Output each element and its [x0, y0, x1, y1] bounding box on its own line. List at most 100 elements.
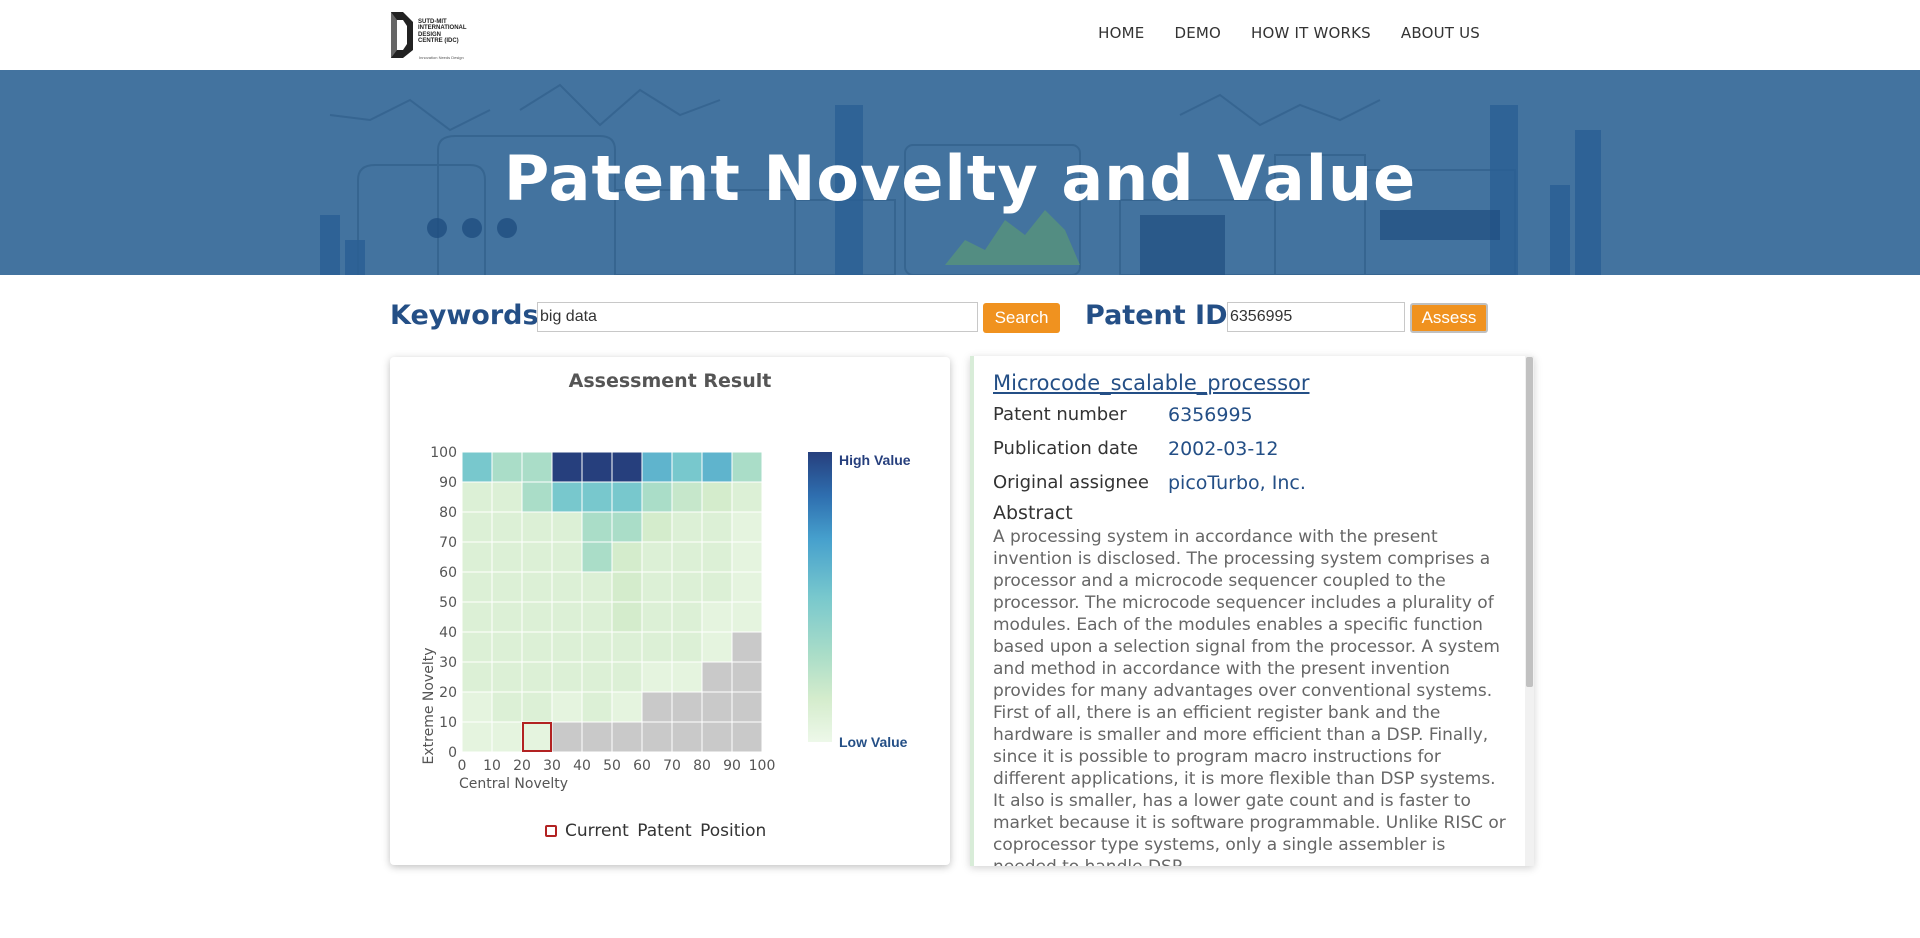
heatmap-cell: [491, 541, 523, 573]
heatmap-cell: [701, 601, 733, 633]
current-position-legend: Current Patent Position: [545, 821, 766, 841]
colorbar-high-label: High Value: [839, 452, 911, 468]
heatmap-cell: [641, 601, 673, 633]
y-tick-label: 60: [439, 565, 457, 581]
top-navbar: SUTD-MIT INTERNATIONAL DESIGN CENTRE (ID…: [0, 0, 1920, 70]
x-tick-label: 90: [723, 758, 741, 774]
heatmap-cell: [551, 481, 583, 513]
nav-about-us[interactable]: ABOUT US: [1401, 24, 1480, 42]
heatmap-cell: [521, 601, 553, 633]
heatmap-cell: [731, 661, 763, 693]
heatmap-cell: [701, 721, 733, 753]
idc-logo[interactable]: SUTD-MIT INTERNATIONAL DESIGN CENTRE (ID…: [389, 10, 471, 62]
publication-date-value: 2002-03-12: [1168, 438, 1279, 460]
heatmap-cell: [731, 691, 763, 723]
heatmap-cell: [641, 661, 673, 693]
nav-home[interactable]: HOME: [1098, 24, 1144, 42]
x-tick-label: 60: [633, 758, 651, 774]
heatmap-cell: [461, 511, 493, 543]
heatmap-cell: [701, 691, 733, 723]
heatmap-cell: [641, 541, 673, 573]
y-tick-label: 80: [439, 505, 457, 521]
page-title: Patent Novelty and Value: [503, 142, 1417, 215]
heatmap-cell: [641, 631, 673, 663]
heatmap-cell: [521, 481, 553, 513]
heatmap-cell: [581, 481, 613, 513]
patent-details-card: Microcode_scalable_processor Patent numb…: [970, 356, 1534, 866]
search-button[interactable]: Search: [983, 303, 1060, 333]
heatmap-cell: [551, 691, 583, 723]
nav-how-it-works[interactable]: HOW IT WORKS: [1251, 24, 1371, 42]
heatmap-cell: [701, 511, 733, 543]
scrollbar-thumb[interactable]: [1526, 357, 1533, 687]
patent-title-link[interactable]: Microcode_scalable_processor: [993, 371, 1310, 395]
heatmap-cell: [521, 721, 553, 753]
heatmap-cell: [671, 451, 703, 483]
heatmap-cell: [521, 691, 553, 723]
assess-button[interactable]: Assess: [1410, 303, 1488, 333]
heatmap-cell: [701, 541, 733, 573]
heatmap-cell: [491, 601, 523, 633]
heatmap-cell: [671, 601, 703, 633]
y-axis-label: Extreme Novelty: [421, 648, 437, 765]
x-tick-label: 100: [749, 758, 776, 774]
heatmap-cell: [671, 631, 703, 663]
x-tick-label: 80: [693, 758, 711, 774]
details-scrollbar[interactable]: [1525, 356, 1534, 866]
y-tick-label: 100: [430, 445, 457, 461]
heatmap-cell: [491, 511, 523, 543]
y-tick-label: 20: [439, 685, 457, 701]
current-position-marker-icon: [545, 825, 557, 837]
patent-number-value: 6356995: [1168, 404, 1253, 426]
y-tick-label: 30: [439, 655, 457, 671]
heatmap-cell: [491, 721, 523, 753]
patent-number-row: Patent number 6356995: [993, 404, 1253, 426]
patent-id-input[interactable]: [1227, 302, 1405, 332]
x-tick-label: 50: [603, 758, 621, 774]
assignee-row: Original assignee picoTurbo, Inc.: [993, 472, 1306, 494]
heatmap-cell: [611, 481, 643, 513]
heatmap-cell: [611, 541, 643, 573]
y-tick-label: 0: [448, 745, 457, 761]
heatmap-cell: [671, 721, 703, 753]
heatmap-cell: [731, 541, 763, 573]
heatmap-cell: [611, 631, 643, 663]
heatmap-cell: [611, 571, 643, 603]
heatmap-cell: [581, 661, 613, 693]
heatmap-cell: [581, 601, 613, 633]
keywords-input[interactable]: [537, 302, 978, 332]
heatmap-cell: [521, 571, 553, 603]
heatmap-cell: [611, 451, 643, 483]
assessment-card: Assessment Result 0 10 20 30 40 50 60 70 80 90 100…: [390, 357, 950, 865]
x-tick-label: 20: [513, 758, 531, 774]
heatmap-cell: [641, 691, 673, 723]
heatmap-cell: [671, 661, 703, 693]
publication-date-row: Publication date 2002-03-12: [993, 438, 1278, 460]
heatmap-cell: [671, 571, 703, 603]
heatmap-cell: [581, 721, 613, 753]
abstract-text: A processing system in accordance with t…: [993, 527, 1506, 866]
heatmap-cell: [701, 571, 733, 603]
heatmap-cell: [641, 571, 673, 603]
heatmap-cell: [551, 721, 583, 753]
nav-demo[interactable]: DEMO: [1174, 24, 1221, 42]
y-tick-label: 70: [439, 535, 457, 551]
heatmap-cell: [551, 631, 583, 663]
heatmap-cell: [551, 661, 583, 693]
heatmap-cell: [461, 541, 493, 573]
heatmap-cell: [641, 481, 673, 513]
heatmap-cell: [491, 661, 523, 693]
heatmap-cell: [731, 721, 763, 753]
x-tick-label: 0: [458, 758, 467, 774]
heatmap-cell: [461, 451, 493, 483]
heatmap-cell: [641, 721, 673, 753]
x-tick-label: 30: [543, 758, 561, 774]
heatmap-cell: [731, 451, 763, 483]
heatmap-cell: [521, 661, 553, 693]
heatmap-cell: [581, 691, 613, 723]
heatmap-cell: [731, 571, 763, 603]
y-tick-label: 50: [439, 595, 457, 611]
heatmap-cell: [671, 691, 703, 723]
heatmap-cell: [671, 541, 703, 573]
heatmap-cell: [611, 721, 643, 753]
